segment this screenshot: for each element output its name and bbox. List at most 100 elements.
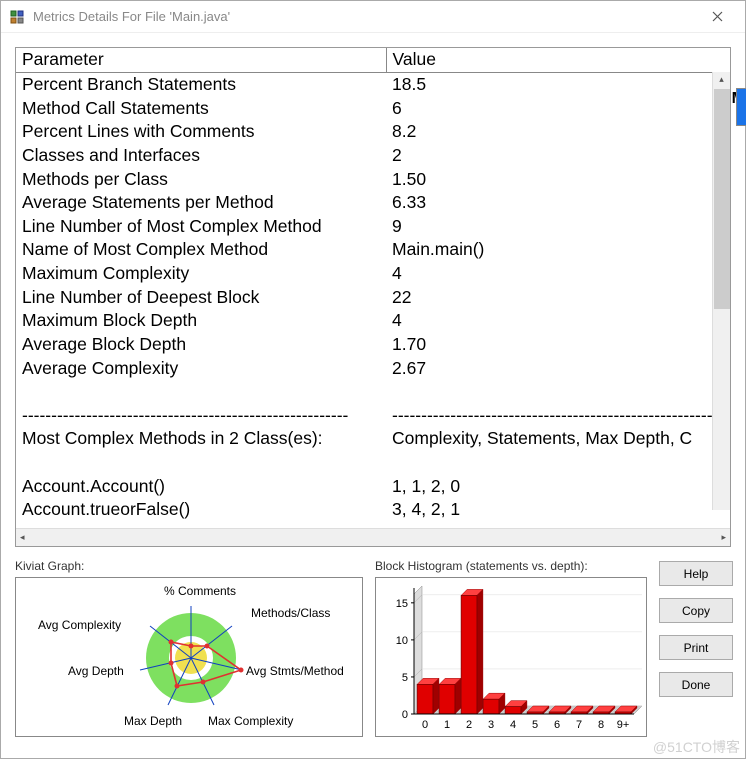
cell-param: Percent Lines with Comments: [16, 120, 386, 144]
cell-param: Line Number of Most Complex Method: [16, 215, 386, 239]
scroll-thumb[interactable]: [714, 89, 730, 309]
buttons-column: Help Copy Print Done: [659, 559, 733, 737]
svg-text:15: 15: [396, 598, 408, 610]
cell-value: 2.67: [386, 357, 730, 381]
svg-text:5: 5: [402, 672, 408, 684]
vertical-scrollbar[interactable]: ▴: [712, 72, 730, 510]
cell-param: Methods per Class: [16, 168, 386, 192]
cell-value: 22: [386, 286, 730, 310]
dialog-content: Parameter Value Percent Branch Statement…: [1, 33, 745, 758]
histogram-panel: Block Histogram (statements vs. depth): …: [375, 559, 647, 737]
bottom-row: Kiviat Graph:: [15, 559, 731, 737]
svg-text:3: 3: [488, 719, 494, 731]
cell-param: Percent Branch Statements: [16, 73, 386, 97]
table-row[interactable]: Maximum Block Depth4: [16, 309, 730, 333]
histogram-label: Block Histogram (statements vs. depth):: [375, 559, 647, 573]
table-row[interactable]: Line Number of Deepest Block22: [16, 286, 730, 310]
table-row[interactable]: Percent Branch Statements18.5: [16, 73, 730, 97]
cell-value: 9: [386, 215, 730, 239]
cell-param: Average Statements per Method: [16, 191, 386, 215]
svg-text:2: 2: [466, 719, 472, 731]
done-button[interactable]: Done: [659, 672, 733, 697]
table-row[interactable]: Percent Lines with Comments8.2: [16, 120, 730, 144]
cell-param: [16, 380, 386, 404]
radar-label-avgcomp: Avg Complexity: [38, 618, 121, 632]
cell-param: Classes and Interfaces: [16, 144, 386, 168]
kiviat-panel: Kiviat Graph:: [15, 559, 363, 737]
table-row[interactable]: Methods per Class1.50: [16, 168, 730, 192]
cell-value: 1, 1, 2, 0: [386, 475, 730, 499]
copy-button[interactable]: Copy: [659, 598, 733, 623]
radar-label-comments: % Comments: [164, 584, 236, 598]
kiviat-label: Kiviat Graph:: [15, 559, 363, 573]
radar-label-maxcomp: Max Complexity: [208, 714, 293, 728]
table-row[interactable]: Account.Account()1, 1, 2, 0: [16, 475, 730, 499]
svg-text:4: 4: [510, 719, 516, 731]
cell-value: 1.50: [386, 168, 730, 192]
cell-value: 18.5: [386, 73, 730, 97]
table-row[interactable]: Account.trueorFalse()3, 4, 2, 1: [16, 498, 730, 522]
col-header-value[interactable]: Value: [386, 48, 730, 73]
cell-param: Average Block Depth: [16, 333, 386, 357]
metrics-table: Parameter Value Percent Branch Statement…: [16, 48, 730, 522]
table-row[interactable]: [16, 380, 730, 404]
radar-label-methods: Methods/Class: [251, 606, 330, 620]
watermark: @51CTO博客: [653, 737, 740, 757]
metrics-table-inner[interactable]: Parameter Value Percent Branch Statement…: [16, 48, 730, 528]
cell-value: 2: [386, 144, 730, 168]
cell-param: Line Number of Deepest Block: [16, 286, 386, 310]
scroll-right-icon[interactable]: ▸: [717, 532, 730, 543]
table-row[interactable]: Method Call Statements6: [16, 97, 730, 121]
cell-value: Complexity, Statements, Max Depth, C: [386, 427, 730, 451]
table-row[interactable]: [16, 451, 730, 475]
cell-value: [386, 451, 730, 475]
cell-param: Most Complex Methods in 2 Class(es):: [16, 427, 386, 451]
svg-text:5: 5: [532, 719, 538, 731]
table-row[interactable]: ----------------------------------------…: [16, 404, 730, 428]
cell-param: [16, 451, 386, 475]
print-button[interactable]: Print: [659, 635, 733, 660]
svg-text:1: 1: [444, 719, 450, 731]
cell-value: 8.2: [386, 120, 730, 144]
table-row[interactable]: Name of Most Complex MethodMain.main(): [16, 238, 730, 262]
kiviat-graph: % Comments Methods/Class Avg Stmts/Metho…: [15, 577, 363, 737]
radar-label-avgdepth: Avg Depth: [68, 664, 124, 678]
cell-value: 4: [386, 309, 730, 333]
table-row[interactable]: Maximum Complexity4: [16, 262, 730, 286]
cell-param: Maximum Block Depth: [16, 309, 386, 333]
cell-value: 3, 4, 2, 1: [386, 498, 730, 522]
close-button[interactable]: [697, 3, 737, 31]
cell-param: Maximum Complexity: [16, 262, 386, 286]
table-row[interactable]: Classes and Interfaces2: [16, 144, 730, 168]
svg-text:7: 7: [576, 719, 582, 731]
cell-value: Main.main(): [386, 238, 730, 262]
horizontal-scrollbar[interactable]: ◂ ▸: [16, 528, 730, 546]
metrics-table-wrap: Parameter Value Percent Branch Statement…: [15, 47, 731, 547]
titlebar[interactable]: Metrics Details For File 'Main.java': [1, 1, 745, 33]
table-row[interactable]: Average Block Depth1.70: [16, 333, 730, 357]
cell-value: ----------------------------------------…: [386, 404, 730, 428]
svg-text:10: 10: [396, 635, 408, 647]
svg-text:0: 0: [422, 719, 428, 731]
scroll-up-icon[interactable]: ▴: [719, 72, 724, 87]
help-button[interactable]: Help: [659, 561, 733, 586]
table-row[interactable]: Line Number of Most Complex Method9: [16, 215, 730, 239]
cell-value: [386, 380, 730, 404]
scroll-track[interactable]: [29, 530, 718, 546]
cell-param: Method Call Statements: [16, 97, 386, 121]
col-header-param[interactable]: Parameter: [16, 48, 386, 73]
radar-label-stmts: Avg Stmts/Method: [246, 664, 344, 678]
cell-param: Account.trueorFalse(): [16, 498, 386, 522]
cell-value: 6: [386, 97, 730, 121]
cell-value: 6.33: [386, 191, 730, 215]
table-row[interactable]: Average Complexity2.67: [16, 357, 730, 381]
cell-param: Account.Account(): [16, 475, 386, 499]
table-row[interactable]: Most Complex Methods in 2 Class(es):Comp…: [16, 427, 730, 451]
cell-param: ----------------------------------------…: [16, 404, 386, 428]
table-row[interactable]: Average Statements per Method6.33: [16, 191, 730, 215]
scroll-left-icon[interactable]: ◂: [16, 532, 29, 543]
cell-param: Name of Most Complex Method: [16, 238, 386, 262]
svg-text:8: 8: [598, 719, 604, 731]
svg-text:6: 6: [554, 719, 560, 731]
window-title: Metrics Details For File 'Main.java': [33, 9, 697, 24]
